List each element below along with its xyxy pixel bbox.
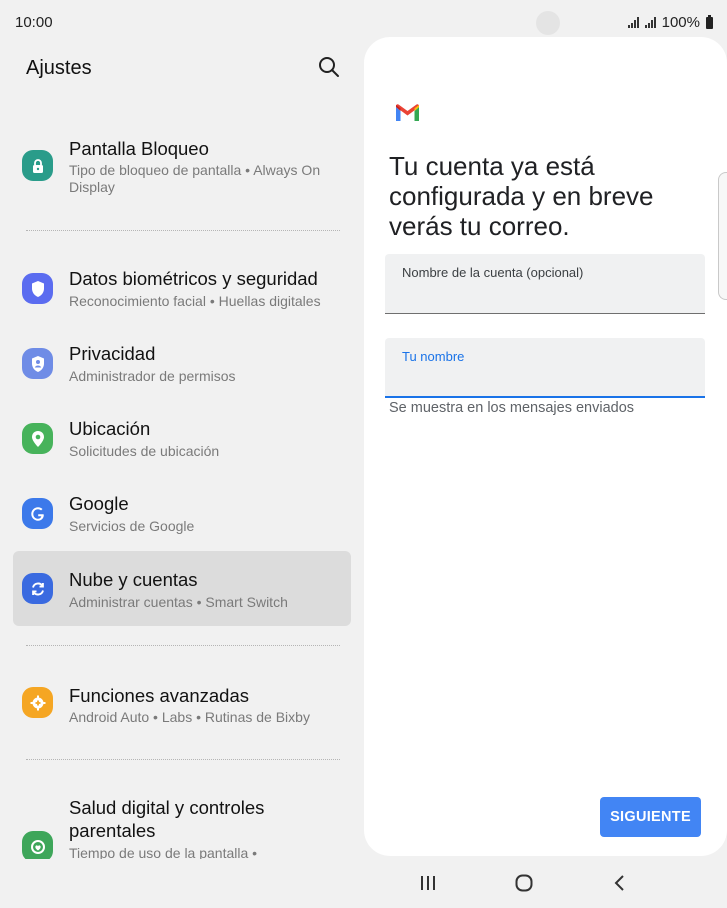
search-icon bbox=[319, 57, 339, 77]
settings-item-biometrics-security[interactable]: Datos biométricos y seguridad Reconocimi… bbox=[13, 258, 351, 320]
settings-item-subtitle: Solicitudes de ubicación bbox=[69, 443, 220, 459]
back-icon bbox=[614, 875, 624, 891]
settings-item-title: Privacidad bbox=[69, 343, 156, 364]
settings-item-subtitle: Administrar cuentas • Smart Switch bbox=[69, 594, 288, 610]
front-camera bbox=[536, 11, 560, 35]
navigation-bar bbox=[364, 858, 727, 908]
search-button[interactable] bbox=[316, 54, 342, 80]
divider bbox=[26, 645, 340, 646]
sync-icon bbox=[22, 573, 53, 604]
your-name-label: Tu nombre bbox=[402, 349, 465, 364]
settings-item-cloud-accounts[interactable]: Nube y cuentas Administrar cuentas • Sma… bbox=[13, 551, 351, 626]
settings-item-privacy[interactable]: Privacidad Administrador de permisos bbox=[13, 333, 351, 395]
settings-item-google[interactable]: Google Servicios de Google bbox=[13, 483, 351, 545]
status-indicators: 100% bbox=[627, 14, 713, 31]
your-name-input[interactable] bbox=[385, 364, 705, 396]
settings-item-subtitle: Reconocimiento facial • Huellas digitale… bbox=[69, 293, 321, 309]
page-title: Ajustes bbox=[26, 57, 92, 79]
settings-item-advanced-features[interactable]: Funciones avanzadas Android Auto • Labs … bbox=[13, 672, 351, 734]
settings-item-title: Google bbox=[69, 493, 129, 514]
settings-item-title: Datos biométricos y seguridad bbox=[69, 268, 318, 289]
home-button[interactable] bbox=[509, 868, 539, 898]
account-name-input[interactable] bbox=[385, 280, 705, 312]
edge-panel-handle[interactable] bbox=[718, 172, 727, 300]
settings-item-title: Ubicación bbox=[69, 418, 151, 439]
settings-item-subtitle: Administrador de permisos bbox=[69, 368, 236, 384]
your-name-field[interactable]: Tu nombre bbox=[385, 338, 705, 398]
google-icon bbox=[22, 498, 53, 529]
battery-percent: 100% bbox=[661, 14, 700, 31]
settings-item-digital-wellbeing[interactable]: Salud digital y controles parentales Tie… bbox=[13, 796, 351, 859]
gmail-logo-icon bbox=[396, 104, 419, 121]
signal-icon bbox=[627, 17, 641, 28]
location-pin-icon bbox=[22, 423, 53, 454]
settings-item-title: Nube y cuentas bbox=[69, 569, 198, 590]
settings-pane: Ajustes Pantalla Bloqueo Tipo de bloqueo… bbox=[0, 44, 363, 859]
field-underline bbox=[385, 313, 705, 314]
shield-icon bbox=[22, 273, 53, 304]
your-name-helper-text: Se muestra en los mensajes enviados bbox=[389, 400, 635, 416]
settings-item-location[interactable]: Ubicación Solicitudes de ubicación bbox=[13, 408, 351, 470]
settings-item-subtitle: Tiempo de uso de la pantalla • bbox=[69, 845, 258, 859]
lock-icon bbox=[22, 150, 53, 181]
battery-icon bbox=[706, 14, 713, 29]
recent-apps-button[interactable] bbox=[413, 868, 443, 898]
gmail-setup-card: Tu cuenta ya está configurada y en breve… bbox=[364, 37, 727, 856]
account-name-field[interactable]: Nombre de la cuenta (opcional) bbox=[385, 254, 705, 314]
status-time: 10:00 bbox=[15, 14, 53, 31]
settings-item-subtitle: Android Auto • Labs • Rutinas de Bixby bbox=[69, 709, 310, 725]
privacy-shield-icon bbox=[22, 348, 53, 379]
digital-wellbeing-icon bbox=[22, 831, 53, 859]
settings-item-lock-screen[interactable]: Pantalla Bloqueo Tipo de bloqueo de pant… bbox=[13, 128, 351, 204]
settings-item-title: Funciones avanzadas bbox=[69, 685, 249, 706]
signal-icon bbox=[644, 17, 658, 28]
settings-item-title: Salud digital y controles parentales bbox=[69, 797, 265, 841]
account-name-label: Nombre de la cuenta (opcional) bbox=[402, 265, 584, 280]
recent-apps-icon bbox=[421, 876, 435, 890]
next-button[interactable]: SIGUIENTE bbox=[600, 797, 701, 837]
home-icon bbox=[515, 874, 533, 892]
settings-item-title: Pantalla Bloqueo bbox=[69, 138, 209, 159]
settings-item-subtitle: Tipo de bloqueo de pantalla • Always On … bbox=[69, 162, 321, 195]
setup-heading: Tu cuenta ya está configurada y en breve… bbox=[389, 151, 654, 241]
divider bbox=[26, 759, 340, 760]
field-underline-focused bbox=[385, 396, 705, 398]
back-button[interactable] bbox=[605, 868, 635, 898]
gear-plus-icon bbox=[22, 687, 53, 718]
settings-item-subtitle: Servicios de Google bbox=[69, 518, 195, 534]
divider bbox=[26, 230, 340, 231]
